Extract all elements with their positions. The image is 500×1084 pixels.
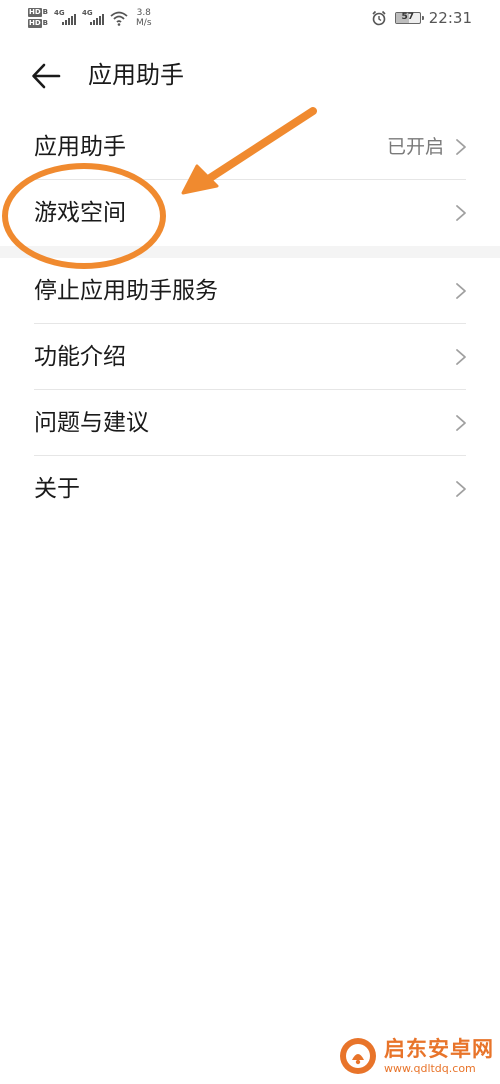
list-item-label: 游戏空间 bbox=[34, 200, 126, 226]
list-item-label: 关于 bbox=[34, 476, 80, 502]
status-bar-left: HD B HD B 4G 4G 3.8 M/s bbox=[28, 4, 152, 32]
app-header: 应用助手 bbox=[0, 44, 500, 106]
watermark-logo-icon bbox=[340, 1038, 376, 1074]
cellular-signal-icon-2: 4G bbox=[82, 9, 105, 27]
list-item-stop-service[interactable]: 停止应用助手服务 bbox=[0, 258, 500, 324]
chevron-right-icon bbox=[456, 481, 466, 497]
status-bar-right: 57 22:31 bbox=[371, 6, 472, 30]
cellular-signal-icon-1: 4G bbox=[54, 9, 77, 27]
list-item-feature-intro[interactable]: 功能介绍 bbox=[0, 324, 500, 390]
back-button[interactable] bbox=[26, 56, 66, 96]
status-time: 22:31 bbox=[428, 9, 472, 27]
chevron-right-icon bbox=[456, 415, 466, 431]
network-speed: 3.8 M/s bbox=[136, 8, 152, 28]
site-watermark: 启东安卓网 www.qdltdq.com bbox=[338, 1036, 494, 1076]
chevron-right-icon bbox=[456, 139, 466, 155]
watermark-url: www.qdltdq.com bbox=[384, 1061, 476, 1075]
hd-indicator-2: HD B bbox=[28, 19, 49, 28]
chevron-right-icon bbox=[456, 283, 466, 299]
settings-list-primary: 应用助手 已开启 游戏空间 bbox=[0, 114, 500, 246]
alarm-clock-icon bbox=[372, 10, 386, 26]
list-item-game-space[interactable]: 游戏空间 bbox=[0, 180, 500, 246]
battery-icon: 57 bbox=[394, 12, 424, 24]
chevron-right-icon bbox=[456, 205, 466, 221]
arrow-left-icon bbox=[32, 63, 61, 89]
hd-indicators: HD B HD B bbox=[28, 8, 48, 28]
list-item-about[interactable]: 关于 bbox=[0, 456, 500, 522]
section-divider bbox=[0, 246, 500, 258]
list-item-feedback[interactable]: 问题与建议 bbox=[0, 390, 500, 456]
list-item-label: 功能介绍 bbox=[34, 344, 126, 370]
status-bar: HD B HD B 4G 4G 3.8 M/s 57 22:31 bbox=[0, 0, 500, 36]
list-item-label: 停止应用助手服务 bbox=[34, 278, 218, 304]
list-item-app-assistant[interactable]: 应用助手 已开启 bbox=[0, 114, 500, 180]
settings-list-secondary: 停止应用助手服务 功能介绍 问题与建议 关于 bbox=[0, 258, 500, 522]
chevron-right-icon bbox=[456, 349, 466, 365]
page-title: 应用助手 bbox=[88, 61, 184, 89]
watermark-title: 启东安卓网 bbox=[384, 1036, 494, 1061]
list-item-label: 问题与建议 bbox=[34, 410, 149, 436]
list-item-status: 已开启 bbox=[386, 136, 444, 158]
wifi-icon bbox=[110, 11, 128, 26]
hd-indicator-1: HD B bbox=[28, 8, 49, 17]
list-item-label: 应用助手 bbox=[34, 134, 126, 160]
